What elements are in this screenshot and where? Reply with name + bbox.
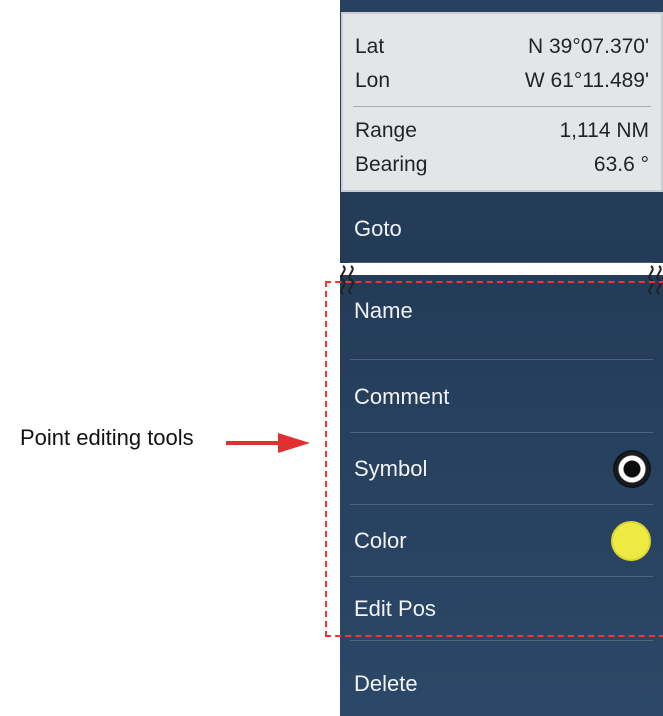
lat-row: Lat N 39°07.370' (355, 30, 649, 64)
position-info-box: Lat N 39°07.370' Lon W 61°11.489' Range … (341, 12, 663, 192)
lat-value: N 39°07.370' (528, 35, 649, 58)
menu-item-delete[interactable]: Delete (340, 651, 663, 716)
range-row: Range 1,114 NM (355, 114, 649, 148)
info-divider (353, 106, 651, 107)
lon-value: W 61°11.489' (524, 69, 649, 92)
menu-item-goto[interactable]: Goto (340, 195, 663, 263)
range-label: Range (355, 119, 417, 142)
menu-break-gap (330, 263, 663, 275)
point-editing-tools-label: Point editing tools (20, 425, 194, 450)
goto-label: Goto (354, 216, 402, 241)
bearing-row: Bearing 63.6 ° (355, 148, 649, 182)
point-editing-tools-outline (325, 281, 663, 637)
bearing-label: Bearing (355, 153, 428, 176)
arrow-right-icon (226, 433, 310, 453)
lon-label: Lon (355, 69, 391, 92)
menu-divider (350, 640, 653, 641)
range-value: 1,114 NM (559, 119, 650, 142)
delete-label: Delete (354, 670, 418, 696)
lat-label: Lat (355, 35, 385, 58)
lon-row: Lon W 61°11.489' (355, 64, 649, 98)
bearing-value: 63.6 ° (593, 153, 649, 176)
